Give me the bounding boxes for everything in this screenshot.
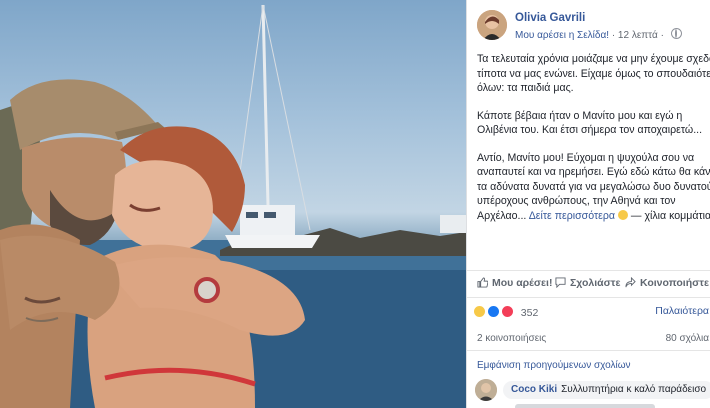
text-line: Ολιβένια του. Και έτσι σήμερα τον αποχαι… xyxy=(477,124,703,136)
like-page-link[interactable]: Μου αρέσει η Σελίδα! xyxy=(515,30,609,41)
post-meta: Μου αρέσει η Σελίδα! · 12 λεπτά · xyxy=(515,28,682,41)
see-more-link[interactable]: Δείτε περισσότερα xyxy=(529,210,615,222)
text-line: όλων: τα παιδιά μας. xyxy=(477,82,574,94)
feeling-text: — χίλια κομμάτια. xyxy=(630,209,710,222)
photo-illustration xyxy=(0,4,466,408)
action-bar: Μου αρέσει! Σχολιάστε Κοινοποιήστε xyxy=(467,270,710,298)
share-label: Κοινοποιήστε xyxy=(640,277,709,289)
avatar-image xyxy=(477,10,507,40)
reaction-count: 352 xyxy=(520,307,539,319)
like-reaction-icon xyxy=(486,305,500,318)
comment-count[interactable]: 80 σχόλια xyxy=(666,333,709,344)
text-line: τα αδύνατα δυνατά για να μεγαλώσω δυο δυ… xyxy=(477,180,710,193)
comment-icon xyxy=(555,277,566,288)
reactions-row[interactable]: 352 Παλαιότερα xyxy=(473,305,709,319)
globe-icon xyxy=(670,28,682,39)
like-label: Μου αρέσει! xyxy=(492,277,553,289)
share-icon xyxy=(625,277,636,288)
post-header: Olivia Gavrili Μου αρέσει η Σελίδα! · 12… xyxy=(477,10,707,42)
sad-reaction-icon xyxy=(473,305,486,318)
text-line: τίποτα να μας ενώνει. Είχαμε όμως το σπο… xyxy=(477,67,710,80)
paragraph-3: Αντίο, Μανίτο μου! Εύχομαι η ψυχούλα σου… xyxy=(477,151,710,224)
view-previous-comments-link[interactable]: Εμφάνιση προηγούμενων σχολίων xyxy=(477,360,631,371)
share-button[interactable]: Κοινοποιήστε xyxy=(625,277,709,289)
comment-item: Coco Kiki Συλλυπητήρια κ καλό παράδεισο xyxy=(475,378,710,408)
meta-separator-2: · xyxy=(660,30,667,41)
text-line: Αρχέλαο... xyxy=(477,209,527,222)
post-text: Τα τελευταία χρόνια μοιάζαμε να μην έχου… xyxy=(477,52,710,236)
next-comment-preview xyxy=(515,404,655,408)
comment-button[interactable]: Σχολιάστε xyxy=(555,277,620,289)
post-panel: Olivia Gavrili Μου αρέσει η Σελίδα! · 12… xyxy=(466,0,710,408)
commenter-name[interactable]: Coco Kiki xyxy=(511,384,557,395)
commenter-avatar[interactable] xyxy=(475,379,497,401)
text-line: Αντίο, Μανίτο μου! Εύχομαι η ψυχούλα σου… xyxy=(477,151,695,164)
post-time[interactable]: 12 λεπτά xyxy=(618,30,658,41)
paragraph-2: Κάποτε βέβαια ήταν ο Μανίτο μου και εγώ … xyxy=(477,109,710,138)
post-photo[interactable] xyxy=(0,0,466,408)
text-line: Τα τελευταία χρόνια μοιάζαμε να μην έχου… xyxy=(477,53,710,65)
thumbs-up-icon xyxy=(477,277,488,288)
comment-bubble: Coco Kiki Συλλυπητήρια κ καλό παράδεισο xyxy=(503,381,710,399)
text-line: υπέροχους ανθρώπους, την Αθηνά και τον xyxy=(477,195,676,207)
like-button[interactable]: Μου αρέσει! xyxy=(477,277,552,289)
share-count[interactable]: 2 κοινοποιήσεις xyxy=(477,333,546,344)
text-line: Κάποτε βέβαια ήταν ο Μανίτο μου και εγώ … xyxy=(477,109,683,122)
author-name[interactable]: Olivia Gavrili xyxy=(515,12,585,24)
commenter-avatar-image xyxy=(475,379,497,401)
sad-emoji-icon xyxy=(617,209,628,220)
text-line: αναπαυτεί και να ηρεμήσει. Εγώ εδώ κάτω … xyxy=(477,166,710,178)
love-reaction-icon xyxy=(500,305,514,318)
divider xyxy=(467,350,710,351)
comment-sort-link[interactable]: Παλαιότερα xyxy=(655,305,709,317)
author-avatar[interactable] xyxy=(477,10,507,40)
comment-text: Συλλυπητήρια κ καλό παράδεισο xyxy=(561,384,707,395)
comment-label: Σχολιάστε xyxy=(570,277,621,289)
paragraph-1: Τα τελευταία χρόνια μοιάζαμε να μην έχου… xyxy=(477,52,710,96)
